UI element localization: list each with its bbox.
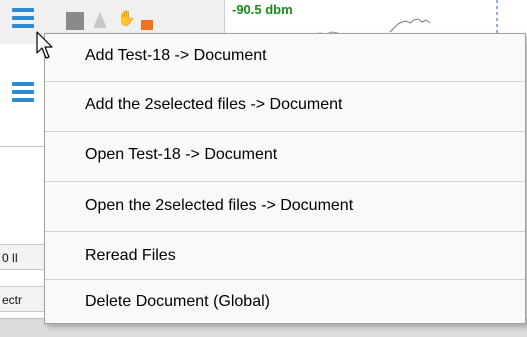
orange-marker-icon[interactable] [141, 20, 153, 30]
signal-readout: -90.5 dbm [232, 2, 293, 17]
stop-icon[interactable] [66, 12, 84, 30]
hamburger-menu-icon[interactable] [12, 8, 34, 28]
context-menu: Add Test-18 -> Document Add the 2selecte… [44, 33, 526, 324]
trace-line-peak [389, 18, 431, 33]
hand-icon[interactable]: ✋ [117, 10, 136, 28]
menu-separator [45, 181, 525, 182]
menu-item-open-test18[interactable]: Open Test-18 -> Document [45, 133, 525, 177]
menu-separator [45, 81, 525, 82]
left-divider [0, 146, 44, 147]
left-cell-1: 0 lI [0, 244, 44, 270]
menu-item-add-selected-files[interactable]: Add the 2selected files -> Document [45, 83, 525, 127]
menu-item-delete-document[interactable]: Delete Document (Global) [45, 280, 525, 324]
menu-item-add-test18[interactable]: Add Test-18 -> Document [45, 34, 525, 78]
hamburger-menu-icon-2[interactable] [12, 82, 34, 102]
menu-separator [45, 231, 525, 232]
triangle-icon[interactable] [93, 12, 107, 28]
menu-item-open-selected-files[interactable]: Open the 2selected files -> Document [45, 184, 525, 228]
mouse-pointer-icon [36, 31, 53, 59]
menu-item-reread-files[interactable]: Reread Files [45, 234, 525, 278]
left-cell-2: ectr [0, 286, 44, 312]
menu-separator [45, 131, 525, 132]
